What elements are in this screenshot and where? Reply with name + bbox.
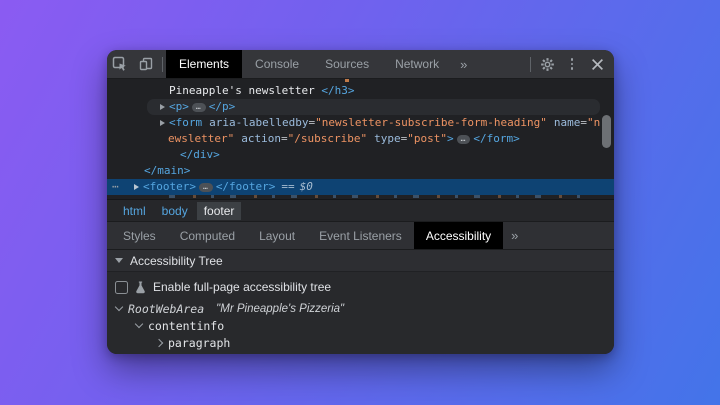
tab-styles[interactable]: Styles bbox=[111, 222, 168, 249]
tab-layout[interactable]: Layout bbox=[247, 222, 307, 249]
tab-sources[interactable]: Sources bbox=[312, 50, 382, 78]
full-page-a11y-row: Enable full-page accessibility tree bbox=[107, 272, 614, 300]
sidebar-panel-tabs: Styles Computed Layout Event Listeners A… bbox=[107, 221, 614, 249]
section-title: Accessibility Tree bbox=[130, 254, 223, 268]
toolbar-divider bbox=[530, 57, 531, 72]
settings-button[interactable] bbox=[534, 50, 560, 78]
dom-row-div-close[interactable]: </div> bbox=[107, 147, 614, 163]
dom-row-main-close[interactable]: </main> bbox=[107, 163, 614, 179]
console-reference: $0 bbox=[300, 180, 313, 193]
main-panel-tabs: Elements Console Sources Network » bbox=[166, 50, 475, 78]
more-panel-tabs-button[interactable]: » bbox=[503, 222, 526, 249]
inspect-cursor-icon bbox=[112, 56, 128, 72]
a11y-node-contentinfo[interactable]: contentinfo bbox=[107, 317, 614, 334]
tab-event-listeners[interactable]: Event Listeners bbox=[307, 222, 414, 249]
a11y-node-rootwebarea[interactable]: RootWebArea"Mr Pineapple's Pizzeria" bbox=[107, 300, 614, 317]
close-button[interactable] bbox=[584, 50, 610, 78]
row-overflow-menu[interactable]: ⋯ bbox=[112, 179, 120, 195]
clipped-text-fragment bbox=[345, 79, 349, 82]
expand-arrow-icon[interactable] bbox=[160, 104, 165, 110]
expand-arrow-icon[interactable] bbox=[160, 120, 165, 126]
dom-row-h3-text[interactable]: Pineapple's newsletter </h3> bbox=[107, 83, 614, 99]
inline-expand-button[interactable]: … bbox=[192, 103, 206, 112]
tab-accessibility[interactable]: Accessibility bbox=[414, 222, 503, 249]
device-toolbar-icon bbox=[138, 56, 154, 72]
chevron-down-icon[interactable] bbox=[135, 320, 143, 328]
inline-expand-button[interactable]: … bbox=[199, 183, 213, 192]
device-toolbar-button[interactable] bbox=[133, 50, 159, 78]
chevron-right-icon[interactable] bbox=[155, 338, 163, 346]
dom-tree-pane: Pineapple's newsletter </h3> <p>…</p> <f… bbox=[107, 79, 614, 199]
full-page-a11y-label: Enable full-page accessibility tree bbox=[153, 280, 331, 294]
scrollbar-thumb[interactable] bbox=[602, 115, 611, 148]
experiment-flask-icon bbox=[135, 281, 146, 294]
breadcrumb: html body footer bbox=[107, 199, 614, 221]
breadcrumb-html[interactable]: html bbox=[116, 202, 153, 220]
dom-row-p[interactable]: <p>…</p> bbox=[107, 99, 614, 115]
dom-row-form-line2[interactable]: ewsletter"action="/subscribe"type="post"… bbox=[107, 131, 614, 147]
more-options-button[interactable] bbox=[560, 50, 584, 78]
accessibility-tree-section-header[interactable]: Accessibility Tree bbox=[107, 249, 614, 272]
breadcrumb-footer[interactable]: footer bbox=[197, 202, 242, 220]
full-page-a11y-checkbox[interactable] bbox=[115, 281, 128, 294]
tab-elements[interactable]: Elements bbox=[166, 50, 242, 78]
accessibility-pane: Accessibility Tree Enable full-page acce… bbox=[107, 249, 614, 354]
expand-arrow-icon[interactable] bbox=[134, 184, 139, 190]
tab-computed[interactable]: Computed bbox=[168, 222, 247, 249]
tab-network[interactable]: Network bbox=[382, 50, 452, 78]
close-icon bbox=[591, 58, 604, 71]
tab-console[interactable]: Console bbox=[242, 50, 312, 78]
toolbar-divider bbox=[162, 57, 163, 72]
clipped-bottom-line bbox=[153, 195, 593, 198]
more-tabs-button[interactable]: » bbox=[452, 50, 475, 78]
inspect-element-button[interactable] bbox=[107, 50, 133, 78]
devtools-window: Elements Console Sources Network » bbox=[107, 50, 614, 354]
dom-row-footer-selected[interactable]: ⋯<footer>…</footer>==$0 bbox=[107, 179, 614, 195]
toolbar-right bbox=[527, 50, 614, 78]
devtools-toolbar: Elements Console Sources Network » bbox=[107, 50, 614, 79]
dom-row-form-line1[interactable]: <formaria-labelledby="newsletter-subscri… bbox=[107, 115, 614, 131]
a11y-node-paragraph[interactable]: paragraph bbox=[107, 334, 614, 351]
section-collapse-icon bbox=[115, 258, 123, 263]
inline-expand-button[interactable]: … bbox=[457, 135, 471, 144]
breadcrumb-body[interactable]: body bbox=[155, 202, 195, 220]
gear-icon bbox=[540, 57, 555, 72]
chevron-down-icon[interactable] bbox=[115, 303, 123, 311]
